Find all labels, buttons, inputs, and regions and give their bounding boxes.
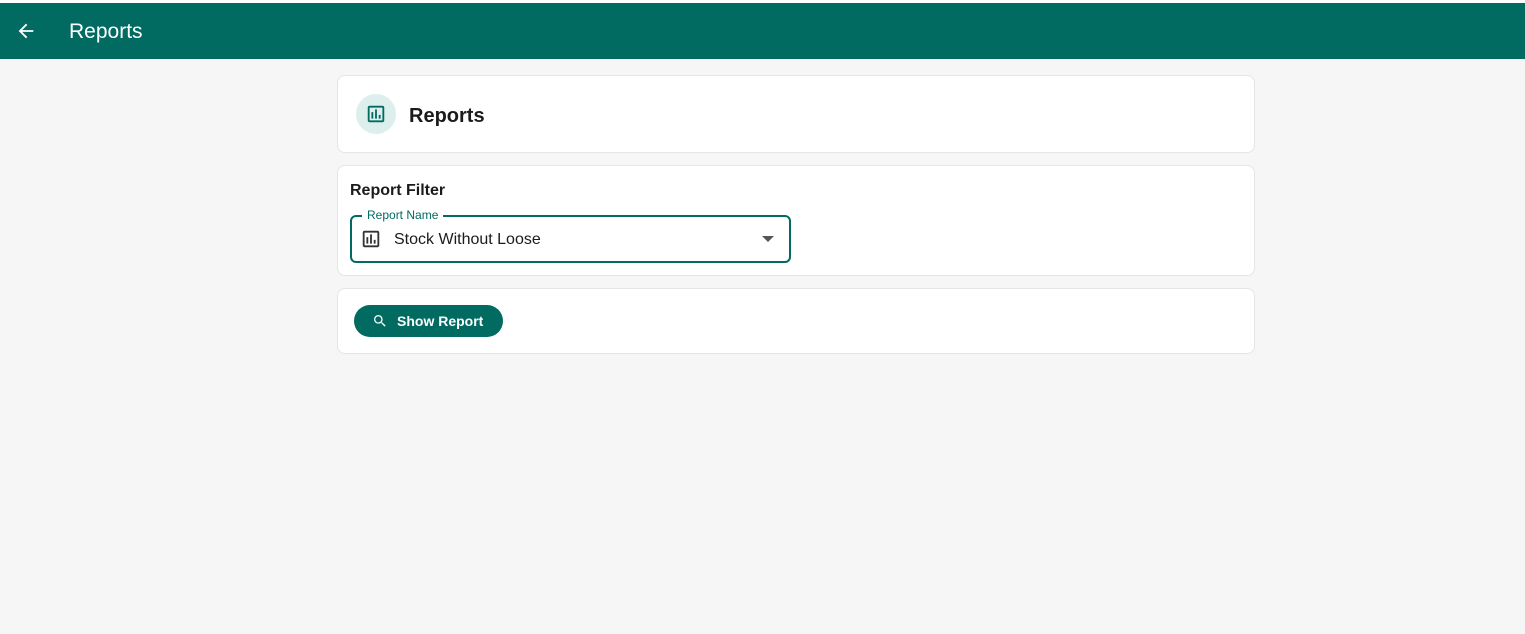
show-report-button[interactable]: Show Report	[354, 305, 503, 337]
show-report-label: Show Report	[397, 313, 484, 329]
report-name-label: Report Name	[362, 208, 444, 222]
page-title: Reports	[409, 105, 485, 127]
app-bar-title: Reports	[69, 20, 143, 43]
bar-chart-icon	[362, 230, 380, 248]
chevron-down-icon[interactable]	[762, 236, 774, 242]
bar-chart-icon	[367, 105, 385, 123]
actions-card: Show Report	[337, 288, 1255, 354]
reports-header-card: Reports	[337, 75, 1255, 153]
header-badge	[356, 94, 396, 134]
app-bar: Reports	[0, 3, 1525, 59]
report-name-select[interactable]: Report Name Stock Without Loose	[350, 208, 791, 263]
filter-title: Report Filter	[350, 182, 446, 199]
back-button[interactable]	[10, 15, 42, 47]
arrow-left-icon	[18, 23, 34, 39]
report-name-value: Stock Without Loose	[394, 231, 541, 248]
report-filter-card: Report Filter Report Name Stock Without …	[337, 165, 1255, 276]
search-icon	[372, 313, 388, 329]
